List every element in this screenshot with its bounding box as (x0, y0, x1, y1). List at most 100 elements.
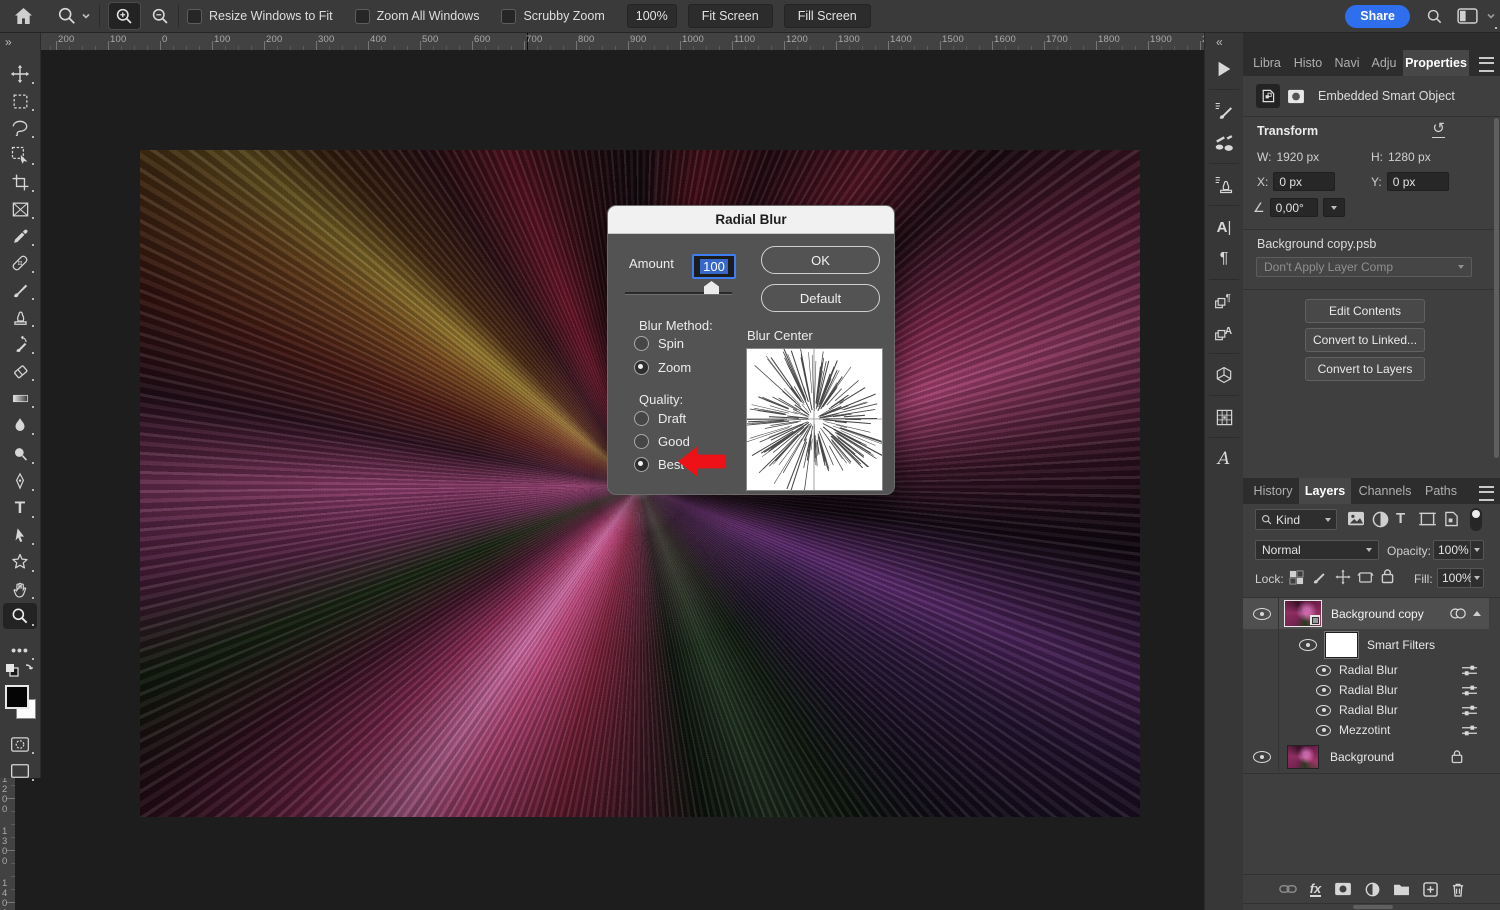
method-spin-option[interactable]: Spin (634, 336, 684, 351)
smart-filters-label[interactable]: Smart Filters (1367, 638, 1435, 652)
eraser-tool-icon[interactable] (3, 358, 37, 384)
brushes-panel-icon[interactable] (1207, 129, 1241, 157)
eyedropper-tool-icon[interactable] (3, 223, 37, 249)
y-input[interactable]: 0 px (1387, 172, 1449, 191)
visibility-eye-icon[interactable] (1253, 751, 1271, 763)
scrubby-zoom-checkbox[interactable] (501, 9, 516, 24)
radio-icon[interactable] (634, 336, 649, 351)
brush-settings-panel-icon[interactable] (1207, 97, 1241, 125)
zoom-level-field[interactable]: 100% (627, 4, 677, 28)
share-button[interactable]: Share (1345, 5, 1410, 28)
opacity-input[interactable]: 100% (1433, 540, 1471, 560)
tab-layers[interactable]: Layers (1299, 478, 1351, 504)
foreground-color-swatch[interactable] (5, 685, 29, 709)
properties-scrollbar[interactable] (1494, 118, 1499, 458)
filter-blending-options-icon[interactable] (1461, 704, 1478, 717)
pen-tool-icon[interactable] (3, 468, 37, 494)
fill-input[interactable]: 100% (1437, 568, 1471, 588)
lock-position-icon[interactable] (1335, 569, 1351, 585)
filter-kind-select[interactable]: Kind (1255, 509, 1337, 530)
zoom-out-button[interactable] (151, 7, 170, 26)
amount-input[interactable]: 100 (692, 254, 736, 279)
smart-filter-indicator-icon[interactable] (1449, 607, 1467, 620)
dodge-tool-icon[interactable] (3, 441, 37, 467)
lock-pixels-icon[interactable] (1312, 569, 1327, 585)
angle-dropdown-button[interactable] (1323, 198, 1345, 217)
filter-shape-layers-icon[interactable] (1419, 511, 1436, 527)
resize-windows-checkbox[interactable] (187, 9, 202, 24)
layer-name[interactable]: Background copy (1331, 607, 1424, 621)
filter-mask-thumbnail[interactable] (1325, 632, 1358, 658)
custom-shape-tool-icon[interactable] (3, 549, 37, 575)
blur-center-preview[interactable] (746, 348, 883, 491)
home-icon[interactable] (14, 7, 33, 25)
new-group-icon[interactable] (1393, 882, 1410, 896)
ok-button[interactable]: OK (761, 246, 880, 274)
layers-panel-menu-icon[interactable] (1479, 486, 1494, 501)
filter-pixel-layers-icon[interactable] (1347, 511, 1365, 527)
expand-toolbar-icon[interactable]: » (5, 35, 11, 49)
edit-contents-button[interactable]: Edit Contents (1305, 299, 1425, 323)
visibility-eye-icon[interactable] (1299, 639, 1317, 651)
filter-name[interactable]: Radial Blur (1339, 703, 1398, 717)
new-adjustment-layer-icon[interactable] (1365, 882, 1380, 897)
tab-paths[interactable]: Paths (1419, 478, 1463, 504)
delete-layer-icon[interactable] (1451, 882, 1465, 897)
smart-object-type-button[interactable] (1256, 84, 1280, 108)
lasso-tool-icon[interactable] (3, 115, 37, 141)
tab-histogram[interactable]: Histo (1289, 50, 1327, 76)
layer-comp-select[interactable]: Don't Apply Layer Comp (1256, 257, 1472, 277)
filter-adjustment-layers-icon[interactable] (1372, 511, 1389, 528)
rectangular-marquee-tool-icon[interactable] (3, 88, 37, 114)
blend-mode-select[interactable]: Normal (1255, 540, 1379, 560)
type-tool-icon[interactable]: T (3, 495, 37, 521)
filter-name[interactable]: Mezzotint (1339, 723, 1390, 737)
dialog-title[interactable]: Radial Blur (608, 206, 894, 234)
reset-transform-icon[interactable]: ↺ (1432, 121, 1445, 138)
color-swatches[interactable] (5, 685, 37, 725)
clone-stamp-tool-icon[interactable] (3, 304, 37, 330)
tab-libraries[interactable]: Libra (1247, 50, 1287, 76)
lock-transparency-icon[interactable] (1289, 570, 1304, 585)
new-layer-icon[interactable] (1423, 882, 1438, 897)
default-button[interactable]: Default (761, 284, 880, 312)
blur-tool-icon[interactable] (3, 412, 37, 438)
lock-all-icon[interactable] (1381, 568, 1394, 584)
tab-navigator[interactable]: Navi (1329, 50, 1365, 76)
clone-source-panel-icon[interactable] (1207, 171, 1241, 199)
character-panel-icon[interactable]: A| (1207, 213, 1241, 241)
filter-name[interactable]: Radial Blur (1339, 683, 1398, 697)
visibility-eye-icon[interactable] (1316, 685, 1331, 696)
move-tool-icon[interactable] (3, 61, 37, 87)
layer-row-background[interactable]: Background (1243, 742, 1489, 771)
opacity-dropdown-button[interactable] (1471, 540, 1484, 560)
patterns-panel-icon[interactable] (1207, 403, 1241, 431)
mask-properties-button[interactable] (1284, 84, 1308, 108)
amount-slider-thumb[interactable] (704, 281, 719, 294)
workspace-icon[interactable] (1457, 8, 1478, 24)
filter-blending-options-icon[interactable] (1461, 664, 1478, 677)
quality-good-option[interactable]: Good (634, 434, 690, 449)
filter-name[interactable]: Radial Blur (1339, 663, 1398, 677)
convert-to-layers-button[interactable]: Convert to Layers (1305, 357, 1425, 381)
x-input[interactable]: 0 px (1273, 172, 1335, 191)
link-layers-icon[interactable] (1279, 884, 1297, 894)
path-selection-tool-icon[interactable] (3, 522, 37, 548)
screen-mode-icon[interactable] (3, 758, 37, 784)
zoom-tool-options-icon[interactable] (57, 6, 91, 26)
object-selection-tool-icon[interactable] (3, 142, 37, 168)
chevron-down-icon[interactable] (1486, 12, 1496, 20)
tab-history[interactable]: History (1248, 478, 1298, 504)
visibility-eye-icon[interactable] (1316, 705, 1331, 716)
tab-adjustments[interactable]: Adju (1367, 50, 1401, 76)
collapse-filters-icon[interactable] (1473, 611, 1481, 616)
radio-selected-icon[interactable] (634, 360, 649, 375)
hand-tool-icon[interactable] (3, 576, 37, 602)
tab-channels[interactable]: Channels (1353, 478, 1417, 504)
quality-best-option[interactable]: Best (634, 457, 684, 472)
default-colors-icon[interactable] (5, 663, 35, 681)
character-styles-panel-icon[interactable]: A (1207, 319, 1241, 347)
filter-blending-options-icon[interactable] (1461, 684, 1478, 697)
tab-properties[interactable]: Properties (1403, 50, 1469, 76)
glyphs-panel-icon[interactable]: A (1207, 445, 1241, 473)
